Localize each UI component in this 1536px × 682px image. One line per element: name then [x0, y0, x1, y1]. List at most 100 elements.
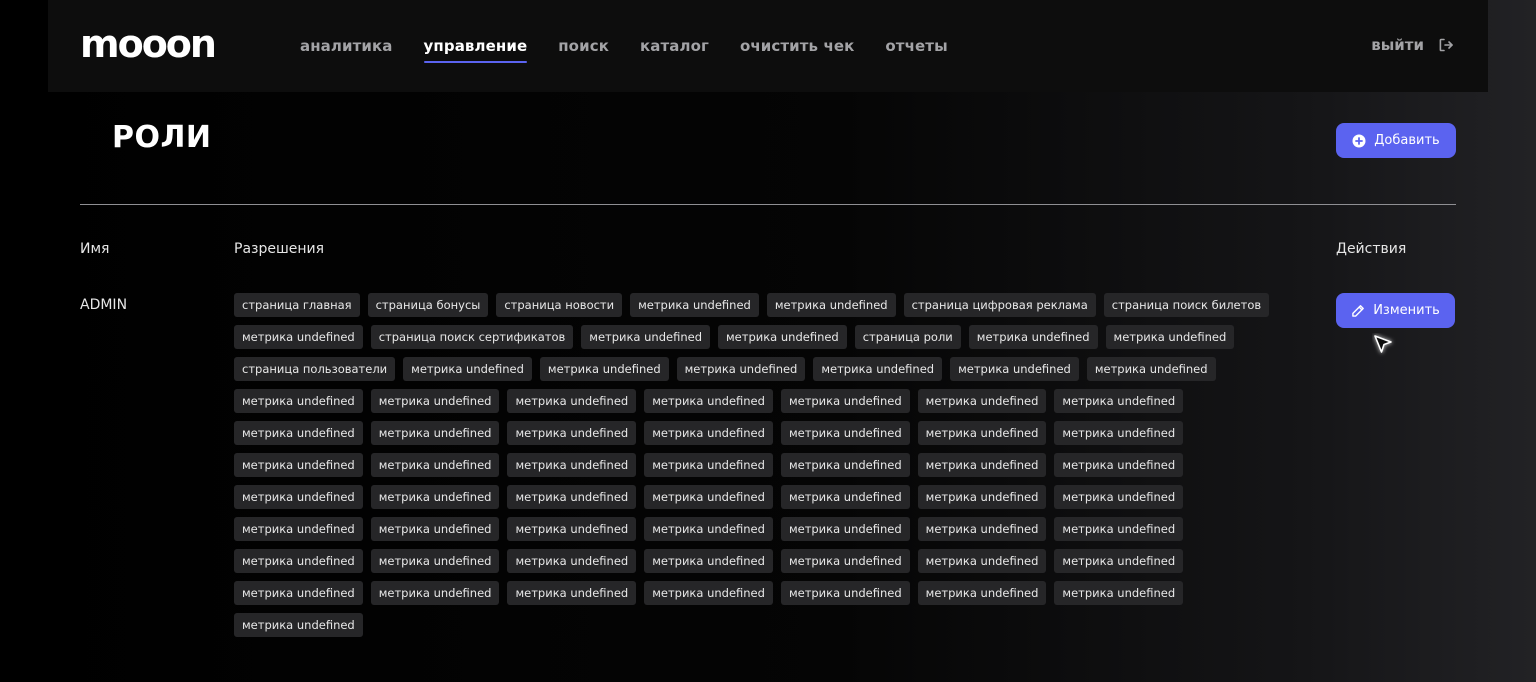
permission-tag: метрика undefined — [917, 421, 1047, 445]
permission-tag: метрика undefined — [644, 453, 773, 477]
permission-tag: метрика undefined — [676, 357, 806, 381]
permission-tag: метрика undefined — [644, 389, 773, 413]
permission-tag: метрика undefined — [1054, 389, 1184, 413]
permission-tag: метрика undefined — [968, 325, 1098, 349]
permission-tag: метрика undefined — [507, 581, 637, 605]
permission-tag: метрика undefined — [507, 517, 637, 541]
permission-tag: метрика undefined — [644, 517, 773, 541]
permission-tag: метрика undefined — [234, 325, 363, 349]
permission-tag: страница пользователи — [234, 357, 396, 381]
main-nav: аналитика управление поиск каталог очист… — [300, 0, 979, 92]
nav-item-search[interactable]: поиск — [558, 37, 609, 55]
permission-tag: метрика undefined — [234, 613, 363, 637]
permission-tag: метрика undefined — [1054, 549, 1184, 573]
permission-tag: страница главная — [234, 293, 360, 317]
permission-tag: метрика undefined — [1054, 421, 1184, 445]
add-button-label: Добавить — [1374, 133, 1440, 148]
pencil-icon — [1352, 304, 1365, 317]
permission-tag: метрика undefined — [780, 517, 910, 541]
permission-tag: метрика undefined — [370, 485, 500, 509]
logout-button[interactable]: выйти — [1371, 36, 1454, 54]
permission-tag: метрика undefined — [630, 293, 759, 317]
logout-label: выйти — [1371, 36, 1424, 54]
permission-tag: метрика undefined — [539, 357, 669, 381]
permission-tag: метрика undefined — [507, 421, 637, 445]
nav-item-management[interactable]: управление — [423, 37, 528, 63]
permission-tag: страница поиск сертификатов — [370, 325, 574, 349]
svg-text:mooon: mooon — [80, 27, 215, 61]
permission-tag: метрика undefined — [718, 325, 847, 349]
permission-tag: метрика undefined — [917, 517, 1047, 541]
permission-tag: метрика undefined — [507, 389, 637, 413]
permission-tag: метрика undefined — [780, 549, 910, 573]
permissions-list: страница главная страница бонусы страница … — [234, 293, 1304, 637]
column-header-name: Имя — [80, 241, 110, 257]
nav-item-label: управление — [423, 37, 528, 55]
nav-item-label: каталог — [639, 37, 709, 55]
column-header-permissions: Разрешения — [234, 241, 325, 257]
nav-item-clear-receipt[interactable]: очистить чек — [740, 37, 854, 55]
mouse-cursor-icon — [1374, 335, 1392, 353]
permission-tag: метрика undefined — [644, 485, 773, 509]
permission-tag: метрика undefined — [950, 357, 1079, 381]
nav-item-label: аналитика — [300, 37, 393, 55]
permission-tag: метрика undefined — [644, 421, 773, 445]
mooon-logo[interactable]: mooon — [80, 27, 222, 61]
logout-icon — [1439, 38, 1453, 52]
permission-tag: метрика undefined — [234, 581, 363, 605]
add-role-button[interactable]: Добавить — [1336, 123, 1456, 158]
nav-item-catalog[interactable]: каталог — [640, 37, 709, 55]
permission-tag: метрика undefined — [370, 581, 500, 605]
permission-tag: метрика undefined — [1054, 517, 1184, 541]
permission-tag: метрика undefined — [370, 517, 500, 541]
permission-tag: метрика undefined — [780, 421, 910, 445]
permission-tag: страница поиск билетов — [1103, 293, 1270, 317]
active-tab-underline — [423, 61, 528, 63]
permission-tag: метрика undefined — [780, 389, 910, 413]
permission-tag: метрика undefined — [644, 581, 773, 605]
permission-tag: метрика undefined — [403, 357, 532, 381]
permission-tag: метрика undefined — [1054, 453, 1184, 477]
permission-tag: метрика undefined — [917, 389, 1047, 413]
plus-circle-icon — [1352, 134, 1366, 147]
section-divider — [80, 204, 1456, 205]
permission-tag: метрика undefined — [234, 389, 363, 413]
role-name: ADMIN — [80, 297, 128, 313]
permission-tag: метрика undefined — [917, 549, 1047, 573]
permission-tag: метрика undefined — [1054, 485, 1184, 509]
permission-tag: метрика undefined — [581, 325, 710, 349]
permission-tag: метрика undefined — [917, 485, 1047, 509]
permission-tag: метрика undefined — [370, 421, 500, 445]
permission-tag: метрика undefined — [507, 453, 637, 477]
column-header-actions: Действия — [1336, 241, 1407, 257]
permission-tag: метрика undefined — [370, 549, 500, 573]
permission-tag: метрика undefined — [234, 485, 363, 509]
edit-role-button[interactable]: Изменить — [1336, 293, 1455, 328]
permission-tag: метрика undefined — [234, 517, 363, 541]
permission-tag: метрика undefined — [1054, 581, 1184, 605]
nav-item-label: поиск — [558, 37, 609, 55]
permission-tag: метрика undefined — [507, 549, 637, 573]
permission-tag: метрика undefined — [1086, 357, 1216, 381]
permission-tag: метрика undefined — [370, 453, 500, 477]
permission-tag: метрика undefined — [507, 485, 637, 509]
nav-item-analytics[interactable]: аналитика — [300, 37, 393, 55]
permission-tag: метрика undefined — [813, 357, 943, 381]
top-header: mooon аналитика управление поиск каталог… — [48, 0, 1488, 92]
permission-tag: метрика undefined — [370, 389, 500, 413]
permission-tag: страница новости — [496, 293, 623, 317]
page-title: РОЛИ — [112, 120, 212, 155]
permission-tag: метрика undefined — [644, 549, 773, 573]
permission-tag: метрика undefined — [234, 549, 363, 573]
permission-tag: страница цифровая реклама — [903, 293, 1096, 317]
permission-tag: метрика undefined — [234, 453, 363, 477]
permission-tag: метрика undefined — [766, 293, 896, 317]
permission-tag: метрика undefined — [1105, 325, 1235, 349]
permission-tag: страница роли — [854, 325, 961, 349]
permission-tag: метрика undefined — [917, 453, 1047, 477]
nav-item-reports[interactable]: отчеты — [885, 37, 947, 55]
permission-tag: метрика undefined — [780, 485, 910, 509]
edit-button-label: Изменить — [1373, 303, 1440, 318]
nav-item-label: отчеты — [885, 37, 948, 55]
permission-tag: метрика undefined — [234, 421, 363, 445]
